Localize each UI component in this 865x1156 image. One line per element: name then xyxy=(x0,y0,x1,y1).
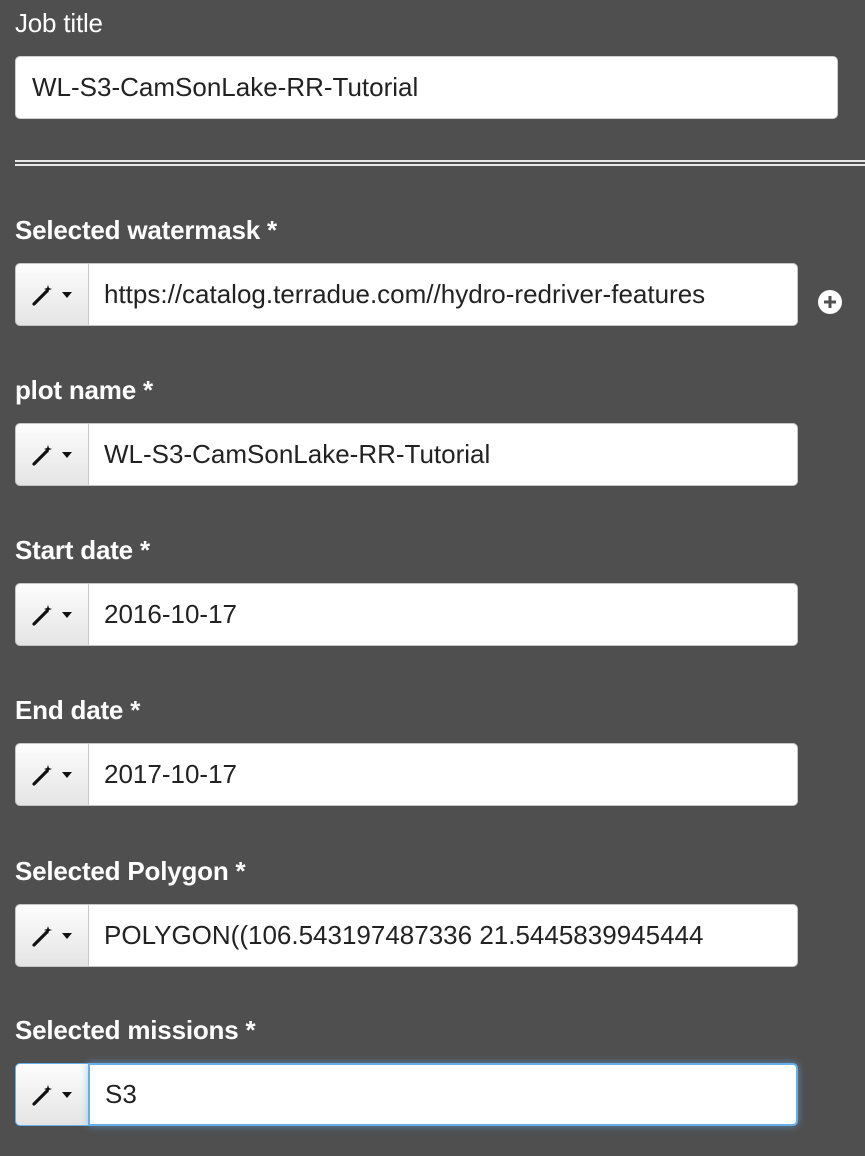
missions-label: Selected missions * xyxy=(15,1015,256,1045)
magic-wand-icon xyxy=(32,604,52,626)
plot-name-label: plot name * xyxy=(15,375,153,405)
caret-down-icon xyxy=(62,451,72,458)
polygon-input[interactable] xyxy=(88,904,798,967)
caret-down-icon xyxy=(62,291,72,298)
start-date-field xyxy=(15,583,798,646)
job-title-input[interactable] xyxy=(15,56,838,119)
polygon-wand-dropdown-button[interactable] xyxy=(15,904,88,967)
end-date-input[interactable] xyxy=(88,743,798,806)
watermask-input[interactable] xyxy=(88,263,798,326)
caret-down-icon xyxy=(62,1091,72,1098)
missions-input[interactable] xyxy=(88,1063,798,1126)
plus-circle-icon[interactable] xyxy=(818,290,842,314)
missions-wand-dropdown-button[interactable] xyxy=(15,1063,88,1126)
watermask-wand-dropdown-button[interactable] xyxy=(15,263,88,326)
section-divider xyxy=(15,160,865,166)
magic-wand-icon xyxy=(32,764,52,786)
watermask-field xyxy=(15,263,798,326)
watermask-label: Selected watermask * xyxy=(15,215,277,245)
plot-name-field xyxy=(15,423,798,486)
plot-name-wand-dropdown-button[interactable] xyxy=(15,423,88,486)
missions-field xyxy=(15,1063,798,1126)
start-date-input[interactable] xyxy=(88,583,798,646)
magic-wand-icon xyxy=(32,444,52,466)
start-date-wand-dropdown-button[interactable] xyxy=(15,583,88,646)
caret-down-icon xyxy=(62,771,72,778)
end-date-wand-dropdown-button[interactable] xyxy=(15,743,88,806)
polygon-field xyxy=(15,904,798,967)
magic-wand-icon xyxy=(32,925,52,947)
end-date-field xyxy=(15,743,798,806)
end-date-label: End date * xyxy=(15,695,141,725)
magic-wand-icon xyxy=(32,1084,52,1106)
plot-name-input[interactable] xyxy=(88,423,798,486)
start-date-label: Start date * xyxy=(15,535,150,565)
caret-down-icon xyxy=(62,932,72,939)
magic-wand-icon xyxy=(32,284,52,306)
job-title-label: Job title xyxy=(15,8,103,38)
polygon-label: Selected Polygon * xyxy=(15,856,246,886)
caret-down-icon xyxy=(62,611,72,618)
job-parameters-panel: Job title Selected watermask * plot name… xyxy=(0,0,865,1156)
